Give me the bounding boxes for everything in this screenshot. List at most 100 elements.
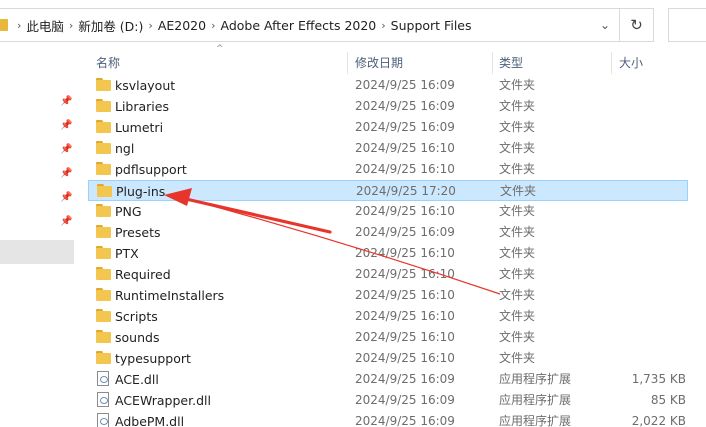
file-name: ksvlayout — [115, 78, 176, 93]
file-row[interactable]: AdbePM.dll 2024/9/25 16:09 应用程序扩展 2,022 KB — [88, 411, 688, 427]
file-date-modified: 2024/9/25 16:10 — [355, 162, 455, 176]
column-header-type[interactable]: 类型 — [499, 52, 523, 74]
file-type: 应用程序扩展 — [499, 372, 572, 386]
pin-icon[interactable]: 📌 — [60, 120, 72, 132]
pin-icon[interactable]: 📌 — [60, 144, 72, 156]
refresh-button[interactable]: ↻ — [620, 8, 654, 42]
file-date-modified: 2024/9/25 16:10 — [355, 330, 455, 344]
folder-icon — [96, 330, 111, 343]
pin-icon[interactable]: 📌 — [60, 192, 72, 204]
folder-icon — [96, 78, 111, 91]
file-row[interactable]: pdflsupport 2024/9/25 16:10 文件夹 — [88, 159, 688, 180]
file-date-modified: 2024/9/25 16:09 — [355, 372, 455, 386]
folder-icon — [96, 288, 111, 301]
folder-icon — [96, 204, 111, 217]
file-date-modified: 2024/9/25 17:20 — [356, 184, 456, 198]
file-name: PNG — [115, 204, 142, 219]
file-row[interactable]: ngl 2024/9/25 16:10 文件夹 — [88, 138, 688, 159]
file-date-modified: 2024/9/25 16:09 — [355, 414, 455, 427]
column-header-date[interactable]: 修改日期 — [355, 52, 403, 74]
file-name: RuntimeInstallers — [115, 288, 225, 303]
file-row[interactable]: PTX 2024/9/25 16:10 文件夹 — [88, 243, 688, 264]
file-row[interactable]: ACEWrapper.dll 2024/9/25 16:09 应用程序扩展 85 KB — [88, 390, 688, 411]
pin-icon[interactable]: 📌 — [60, 96, 72, 108]
file-row[interactable]: Scripts 2024/9/25 16:10 文件夹 — [88, 306, 688, 327]
column-divider[interactable] — [347, 52, 348, 74]
file-type: 文件夹 — [499, 309, 536, 323]
file-name: Presets — [115, 225, 161, 240]
chevron-down-icon[interactable]: ⌄ — [594, 9, 616, 41]
sort-ascending-icon: ^ — [216, 44, 224, 54]
file-name: sounds — [115, 330, 160, 345]
nav-item-selected[interactable] — [0, 240, 74, 264]
file-name: Scripts — [115, 309, 158, 324]
file-size: 2,022 KB — [631, 414, 686, 427]
address-folder-icon — [0, 19, 8, 31]
folder-icon — [96, 162, 111, 175]
file-row[interactable]: ksvlayout 2024/9/25 16:09 文件夹 — [88, 75, 688, 96]
dll-file-icon — [97, 371, 109, 386]
file-name: typesupport — [115, 351, 191, 366]
file-type: 文件夹 — [499, 225, 536, 239]
file-row[interactable]: ACE.dll 2024/9/25 16:09 应用程序扩展 1,735 KB — [88, 369, 688, 390]
navigation-pane: 📌 📌 📌 📌 📌 📌 — [0, 48, 74, 427]
file-date-modified: 2024/9/25 16:09 — [355, 78, 455, 92]
column-divider[interactable] — [611, 52, 612, 74]
folder-icon — [96, 99, 111, 112]
pin-icon[interactable]: 📌 — [60, 168, 72, 180]
file-row[interactable]: Libraries 2024/9/25 16:09 文件夹 — [88, 96, 688, 117]
file-date-modified: 2024/9/25 16:10 — [355, 267, 455, 281]
file-type: 文件夹 — [499, 288, 536, 302]
file-row[interactable]: Required 2024/9/25 16:10 文件夹 — [88, 264, 688, 285]
column-header-name[interactable]: 名称 — [96, 52, 120, 74]
chevron-right-icon[interactable]: › — [211, 19, 215, 32]
breadcrumb-item-drive-d[interactable]: 新加卷 (D:) — [78, 16, 143, 35]
file-date-modified: 2024/9/25 16:09 — [355, 225, 455, 239]
file-size: 85 KB — [650, 393, 686, 407]
folder-icon — [96, 225, 111, 238]
folder-icon — [96, 120, 111, 133]
address-bar[interactable]: › 此电脑 › 新加卷 (D:) › AE2020 › Adobe After … — [0, 8, 620, 42]
chevron-right-icon[interactable]: › — [381, 19, 385, 32]
folder-icon — [96, 267, 111, 280]
column-header-size[interactable]: 大小 — [619, 52, 643, 74]
breadcrumb-item-support-files[interactable]: Support Files — [391, 18, 472, 33]
folder-icon — [96, 309, 111, 322]
file-row[interactable]: Plug-ins 2024/9/25 17:20 文件夹 — [88, 180, 688, 201]
file-name: ngl — [115, 141, 135, 156]
file-type: 文件夹 — [499, 141, 536, 155]
pin-icon[interactable]: 📌 — [60, 216, 72, 228]
file-name: pdflsupport — [115, 162, 187, 177]
file-date-modified: 2024/9/25 16:09 — [355, 120, 455, 134]
chevron-right-icon[interactable]: › — [148, 19, 152, 32]
file-date-modified: 2024/9/25 16:09 — [355, 99, 455, 113]
file-date-modified: 2024/9/25 16:10 — [355, 204, 455, 218]
file-name: AdbePM.dll — [115, 414, 185, 427]
file-row[interactable]: Lumetri 2024/9/25 16:09 文件夹 — [88, 117, 688, 138]
file-name: PTX — [115, 246, 139, 261]
chevron-right-icon[interactable]: › — [17, 19, 21, 32]
file-size: 1,735 KB — [631, 372, 686, 386]
file-row[interactable]: RuntimeInstallers 2024/9/25 16:10 文件夹 — [88, 285, 688, 306]
dll-file-icon — [97, 392, 109, 407]
column-divider[interactable] — [492, 52, 493, 74]
folder-icon — [97, 184, 112, 197]
title-address-area: › 此电脑 › 新加卷 (D:) › AE2020 › Adobe After … — [0, 0, 706, 48]
search-input[interactable] — [668, 8, 706, 42]
folder-icon — [96, 351, 111, 364]
breadcrumb-item-this-pc[interactable]: 此电脑 — [26, 16, 64, 35]
file-type: 文件夹 — [499, 78, 536, 92]
file-row[interactable]: PNG 2024/9/25 16:10 文件夹 — [88, 201, 688, 222]
file-row[interactable]: typesupport 2024/9/25 16:10 文件夹 — [88, 348, 688, 369]
file-name: ACEWrapper.dll — [115, 393, 211, 408]
dll-file-icon — [97, 413, 109, 427]
file-date-modified: 2024/9/25 16:10 — [355, 288, 455, 302]
file-row[interactable]: Presets 2024/9/25 16:09 文件夹 — [88, 222, 688, 243]
breadcrumb-item-ae2020[interactable]: AE2020 — [158, 18, 206, 33]
file-row[interactable]: sounds 2024/9/25 16:10 文件夹 — [88, 327, 688, 348]
chevron-right-icon[interactable]: › — [69, 19, 73, 32]
breadcrumb-item-after-effects[interactable]: Adobe After Effects 2020 — [220, 18, 376, 33]
file-name: Plug-ins — [116, 184, 166, 199]
file-type: 文件夹 — [499, 162, 536, 176]
file-type: 文件夹 — [500, 184, 537, 198]
